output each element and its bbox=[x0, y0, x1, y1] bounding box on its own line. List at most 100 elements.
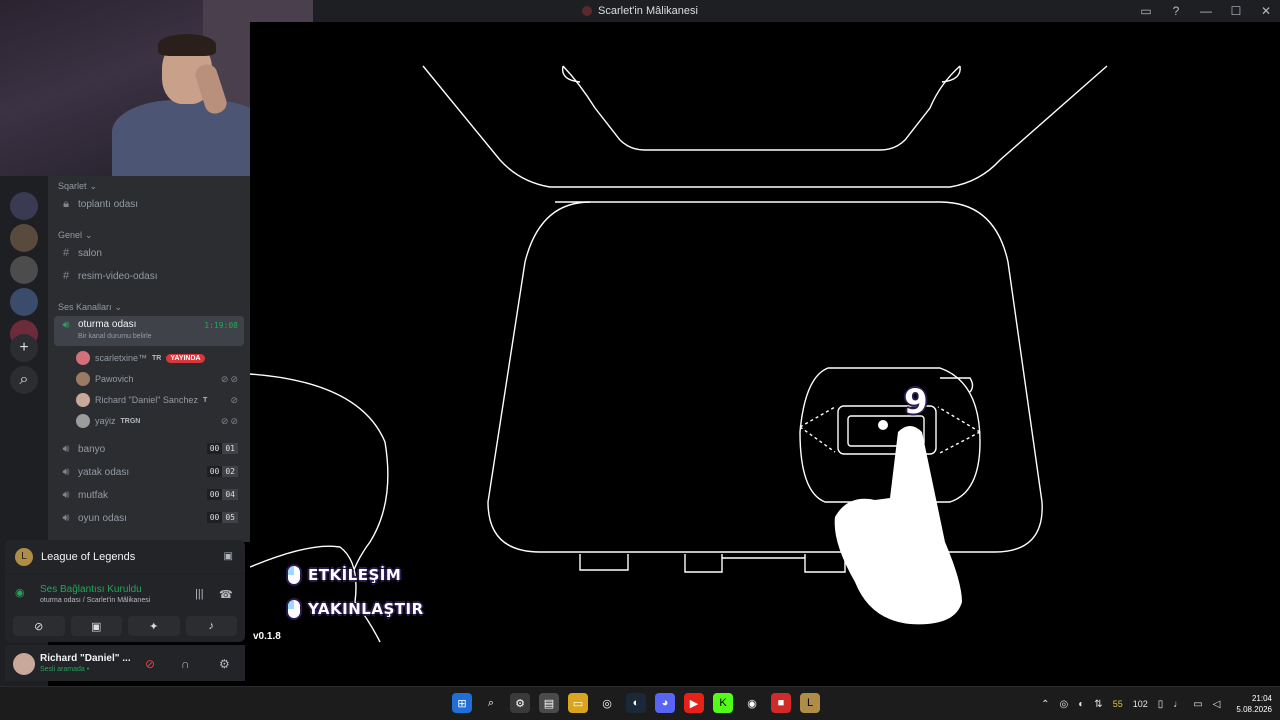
user-limit-counter: 00 02 bbox=[206, 466, 238, 477]
app-icon[interactable]: ■ bbox=[771, 693, 791, 713]
voice-status[interactable]: Ses Bağlantısı Kuruldu bbox=[40, 584, 142, 595]
user-limit-counter: 00 05 bbox=[206, 512, 238, 523]
chevron-up-icon[interactable]: ⌃ bbox=[1041, 699, 1049, 710]
username[interactable]: Richard "Daniel" ... bbox=[40, 653, 131, 664]
game-version: v0.1.8 bbox=[253, 631, 281, 642]
activity-panel: L League of Legends ▣ ◉ Ses Bağlantısı K… bbox=[5, 540, 245, 642]
muted-icon: ⊘⊘ bbox=[220, 373, 240, 384]
network-down: 102 bbox=[1132, 699, 1148, 709]
screen-share-button[interactable]: ▣ bbox=[70, 616, 122, 636]
chevron-down-icon: ⌄ bbox=[89, 180, 98, 191]
channel-yatak-odasi[interactable]: 🔊︎ yatak odası 00 02 bbox=[54, 462, 244, 482]
server-icon[interactable] bbox=[10, 256, 38, 284]
channel-banyo[interactable]: 🔊︎ banyo 00 01 bbox=[54, 439, 244, 459]
network-up: 55 bbox=[1112, 699, 1123, 709]
camera-off-button[interactable]: ⊘ bbox=[13, 616, 65, 636]
channel-list: Sqarlet ⌄ 🔒︎ toplantı odası Genel ⌄ # salo… bbox=[48, 176, 250, 542]
discover-button[interactable]: ⌕ bbox=[10, 366, 38, 394]
volume-icon[interactable]: ◁ bbox=[1213, 699, 1221, 710]
disconnect-icon[interactable]: ☎ bbox=[219, 588, 233, 601]
channel-toplanti-odasi[interactable]: 🔒︎ toplantı odası bbox=[54, 194, 244, 214]
start-button[interactable]: ⊞ bbox=[452, 693, 472, 713]
avatar bbox=[76, 372, 90, 386]
close-button[interactable]: ✕ bbox=[1258, 3, 1274, 19]
game-activity[interactable]: L League of Legends ▣ bbox=[5, 540, 245, 574]
avatar bbox=[76, 393, 90, 407]
activities-button[interactable]: ✦ bbox=[128, 616, 180, 636]
server-icon[interactable] bbox=[10, 192, 38, 220]
channel-status-hint[interactable]: Bir kanal durumu belirle bbox=[78, 333, 152, 340]
channel-mutfak[interactable]: 🔊︎ mutfak 00 04 bbox=[54, 485, 244, 505]
obs-icon[interactable]: ◎ bbox=[597, 693, 617, 713]
network-tray-icon[interactable]: ⇅ bbox=[1094, 699, 1102, 710]
server-icon bbox=[582, 6, 593, 16]
hint-zoom: YAKINLAŞTIR bbox=[286, 598, 424, 620]
clock[interactable]: 21:04 5.08.2026 bbox=[1236, 693, 1272, 715]
channel-resim-video-odasi[interactable]: # resim-video-odası bbox=[54, 266, 244, 286]
help-icon[interactable]: ? bbox=[1168, 3, 1184, 19]
lock-icon: 🔒︎ bbox=[63, 197, 69, 210]
hint-interact: ETKİLEŞİM bbox=[286, 564, 401, 586]
live-badge: YAYINDA bbox=[166, 353, 205, 363]
channel-oturma-odasi[interactable]: 🔊︎ oturma odası 1:19:08 Bir kanal durumu… bbox=[54, 316, 244, 346]
chrome-icon[interactable]: ◉ bbox=[742, 693, 762, 713]
game-view[interactable]: 9 ETKİLEŞİM YAKINLAŞTIR v0.1.8 bbox=[250, 22, 1280, 686]
add-server-button[interactable]: + bbox=[10, 334, 38, 362]
minimize-button[interactable]: — bbox=[1198, 3, 1214, 19]
channel-oyun-odasi[interactable]: 🔊︎ oyun odası 00 05 bbox=[54, 508, 244, 528]
user-limit-counter: 00 01 bbox=[206, 443, 238, 454]
hash-icon: # bbox=[62, 247, 70, 259]
window-title: Scarlet'in Mâlikanesi bbox=[582, 5, 698, 17]
muted-icon: ⊘ bbox=[230, 394, 240, 405]
store-icon[interactable]: ▤ bbox=[539, 693, 559, 713]
voice-user[interactable]: Pawovich ⊘⊘ bbox=[76, 369, 244, 389]
screen-share-icon[interactable]: ▣ bbox=[224, 551, 233, 562]
user-status: Sesli aramada • bbox=[40, 666, 90, 673]
counter-number: 9 bbox=[904, 382, 928, 422]
microphone-icon[interactable]: ♩ bbox=[1173, 699, 1183, 710]
display-icon[interactable]: ▭ bbox=[1193, 699, 1202, 710]
headphones-icon[interactable]: ∩ bbox=[181, 657, 190, 671]
avatar bbox=[76, 351, 90, 365]
user-bar: Richard "Daniel" ... Sesli aramada • ⊘ ∩… bbox=[5, 645, 245, 681]
voice-actions: ⊘ ▣ ✦ ♪ bbox=[13, 616, 237, 636]
battery-icon[interactable]: ▯ bbox=[1158, 699, 1164, 710]
mic-muted-icon[interactable]: ⊘ bbox=[145, 657, 155, 671]
server-icon[interactable] bbox=[10, 288, 38, 316]
soundboard-button[interactable]: ♪ bbox=[185, 616, 237, 636]
settings-icon[interactable]: ⚙ bbox=[510, 693, 530, 713]
server-icon[interactable] bbox=[10, 224, 38, 252]
window-title-text: Scarlet'in Mâlikanesi bbox=[598, 5, 698, 17]
avatar[interactable] bbox=[13, 653, 35, 675]
category-sqarlet[interactable]: Sqarlet ⌄ bbox=[48, 179, 97, 193]
category-ses-kanallari[interactable]: Ses Kanalları ⌄ bbox=[48, 300, 122, 314]
speaker-icon: 🔊︎ bbox=[62, 511, 70, 524]
category-genel[interactable]: Genel ⌄ bbox=[48, 228, 93, 242]
system-tray: ⌃ ◎ ◐ ⇅ 55 102 ▯ ♩ ▭ ◁ 21:04 5.08.2026 bbox=[1041, 687, 1272, 720]
steam-icon[interactable]: ◐ bbox=[626, 693, 646, 713]
mouse-left-icon bbox=[286, 564, 302, 586]
speaker-icon: 🔊︎ bbox=[62, 319, 70, 331]
speaker-icon: 🔊︎ bbox=[62, 442, 70, 455]
sound-waveform-icon[interactable]: ||| bbox=[195, 588, 204, 600]
kick-icon[interactable]: K bbox=[713, 693, 733, 713]
youtube-icon[interactable]: ▶ bbox=[684, 693, 704, 713]
voice-user[interactable]: yaýiz TRGN ⊘⊘ bbox=[76, 411, 244, 431]
user-limit-counter: 00 04 bbox=[206, 489, 238, 500]
maximize-button[interactable]: ☐ bbox=[1228, 3, 1244, 19]
search-icon[interactable]: ⌕ bbox=[481, 693, 501, 713]
inbox-icon[interactable]: ▭ bbox=[1138, 3, 1154, 19]
gear-icon[interactable]: ⚙ bbox=[219, 657, 230, 671]
voice-user[interactable]: scarletxine™ TR YAYINDA bbox=[76, 348, 244, 368]
speaker-icon: 🔊︎ bbox=[62, 488, 70, 501]
league-of-legends-icon[interactable]: L bbox=[800, 693, 820, 713]
muted-icon: ⊘⊘ bbox=[220, 415, 240, 426]
steam-tray-icon[interactable]: ◐ bbox=[1078, 699, 1084, 710]
call-timer: 1:19:08 bbox=[204, 321, 238, 330]
tray-app-icon[interactable]: ◎ bbox=[1060, 699, 1069, 710]
discord-icon[interactable]: ◕ bbox=[655, 693, 675, 713]
voice-user[interactable]: Richard "Daniel" Sanchez T ⊘ bbox=[76, 390, 244, 410]
chevron-down-icon: ⌄ bbox=[114, 301, 123, 312]
file-explorer-icon[interactable]: ▭ bbox=[568, 693, 588, 713]
channel-salon[interactable]: # salon bbox=[54, 243, 244, 263]
